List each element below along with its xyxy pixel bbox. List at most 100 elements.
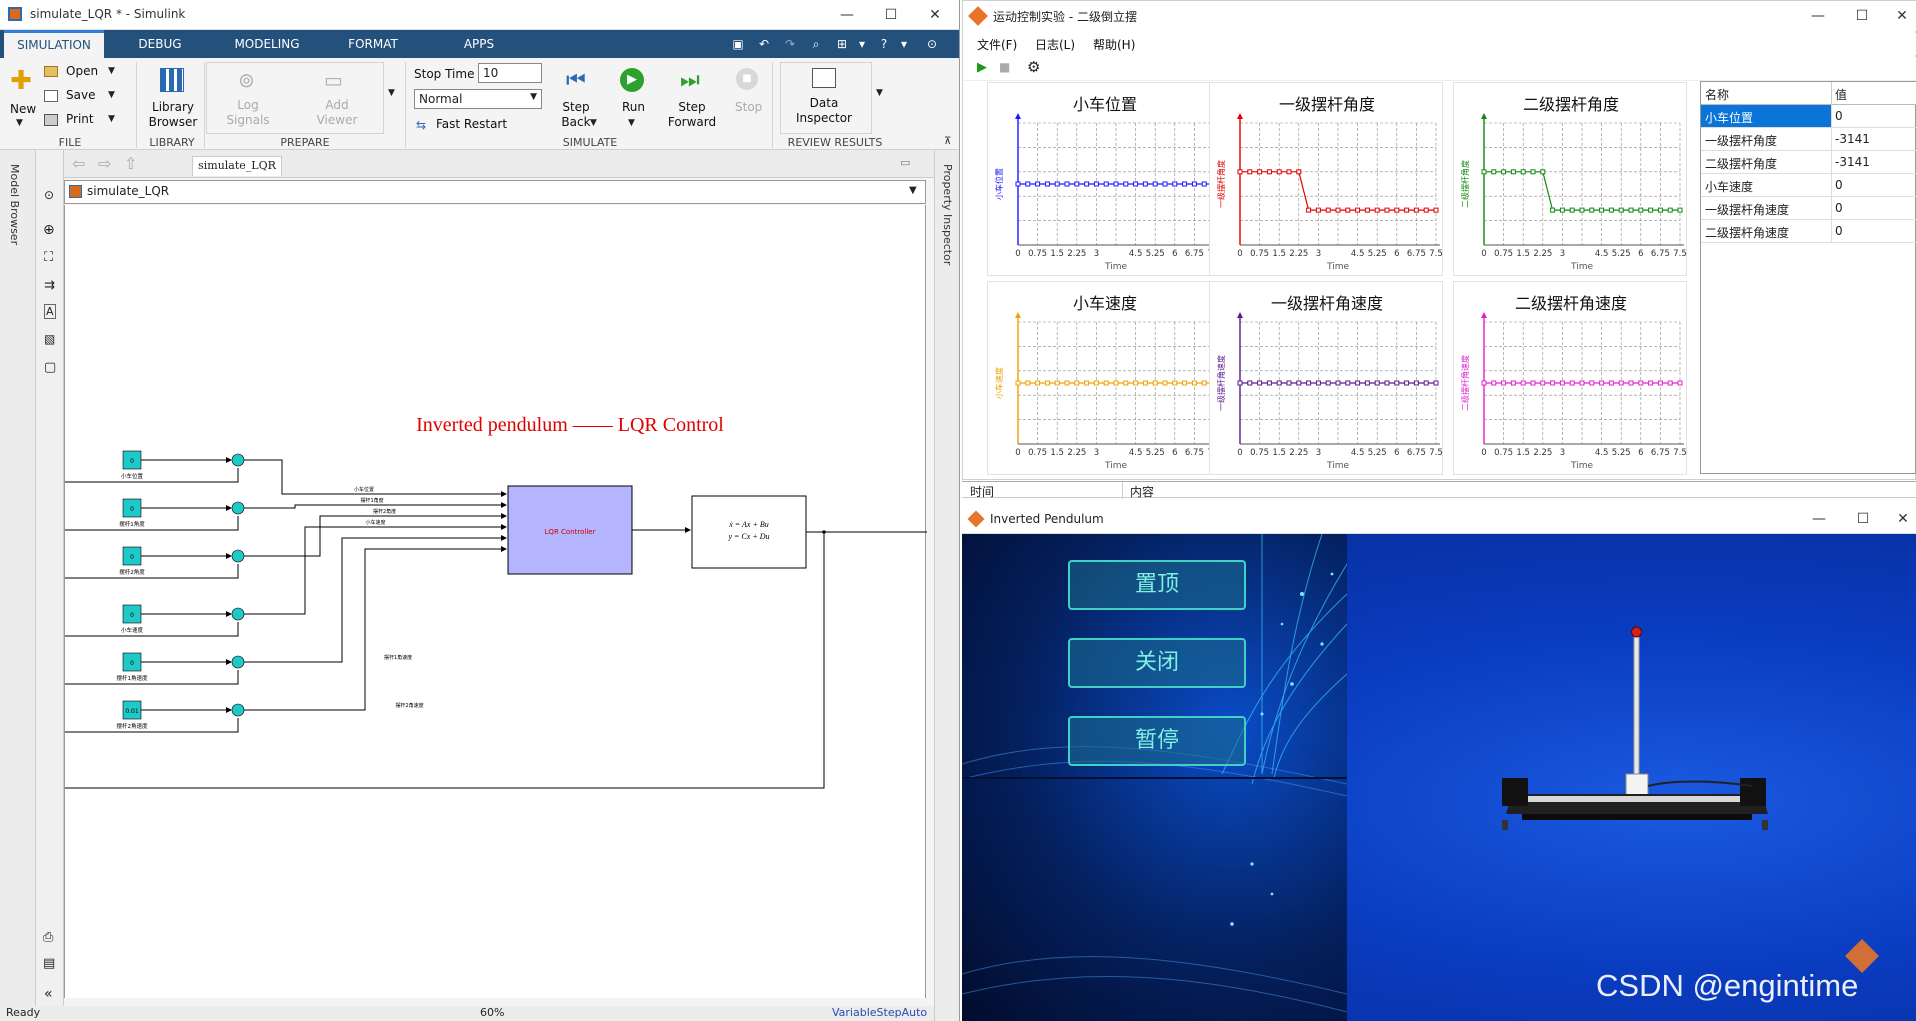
tab-debug[interactable]: DEBUG xyxy=(115,30,205,58)
menu-help[interactable]: 帮助(H) xyxy=(1093,36,1135,53)
help-icon[interactable]: ? xyxy=(874,35,894,53)
tab-format[interactable]: FORMAT xyxy=(328,30,418,58)
find-icon[interactable]: ⊞ xyxy=(832,35,852,53)
table-row[interactable]: 小车速度 0 xyxy=(1701,174,1916,197)
model-canvas[interactable]: Inverted pendulum —— LQR Control 0 小车位置 0 摆… xyxy=(64,205,927,998)
stop-icon[interactable]: ■ xyxy=(999,60,1010,74)
open-button[interactable]: Open xyxy=(66,64,98,78)
forward-icon[interactable]: ⇨ xyxy=(98,154,111,173)
chevron-down-icon[interactable]: ▼ xyxy=(590,118,597,128)
play-icon[interactable]: ▶ xyxy=(977,60,987,75)
data-point xyxy=(1384,380,1390,386)
library-browser-button[interactable]: Library Browser xyxy=(146,100,200,130)
gallery-expand-icon[interactable]: ▼ xyxy=(876,88,883,98)
settings-gear-icon[interactable]: ⚙ xyxy=(1027,58,1040,76)
close-scene-button[interactable]: 关闭 xyxy=(1068,638,1246,688)
log-col-content[interactable]: 内容 xyxy=(1130,483,1154,500)
back-icon[interactable]: ⇦ xyxy=(72,154,85,173)
hide-bar-icon[interactable]: ▭ xyxy=(900,156,910,169)
hide-browser-icon[interactable]: ⊙ xyxy=(44,188,54,202)
sum-block[interactable] xyxy=(231,607,245,621)
close-button[interactable]: ✕ xyxy=(920,4,950,26)
maximize-button[interactable]: ☐ xyxy=(1848,508,1878,530)
explorer-icon[interactable]: ▤ xyxy=(43,956,55,971)
log-signals-button[interactable]: Log Signals xyxy=(222,98,274,128)
maximize-button[interactable]: ☐ xyxy=(1847,5,1877,27)
options-icon[interactable]: ⊙ xyxy=(922,35,942,53)
collapse-ribbon-icon[interactable]: ⊼ xyxy=(944,136,951,147)
feedback-line xyxy=(65,468,239,483)
data-point xyxy=(1084,181,1090,187)
fast-restart-button[interactable]: Fast Restart xyxy=(436,117,507,131)
arrow-icon[interactable]: ⇉ xyxy=(44,278,55,293)
table-row[interactable]: 小车位置 0 xyxy=(1701,105,1916,128)
stop-button[interactable]: Stop xyxy=(735,100,762,114)
image-icon[interactable]: ▧ xyxy=(44,332,55,346)
tab-modeling[interactable]: MODELING xyxy=(222,30,312,58)
step-forward-button[interactable]: Step Forward xyxy=(666,100,718,130)
table-row[interactable]: 一级摆杆角度 -3141 xyxy=(1701,128,1916,151)
stop-time-input[interactable]: 10 xyxy=(478,63,542,83)
table-row[interactable]: 二级摆杆角度 -3141 xyxy=(1701,151,1916,174)
redo-icon[interactable]: ↷ xyxy=(780,35,800,53)
search-icon[interactable]: ⌕ xyxy=(806,35,826,53)
chevron-down-icon[interactable]: ▼ xyxy=(108,66,115,76)
y-axis-label: 二级摆杆角度 xyxy=(1460,160,1470,208)
chevron-down-icon[interactable]: ▼ xyxy=(909,185,917,196)
collapse-left-icon[interactable]: « xyxy=(44,986,53,1002)
data-inspector-button[interactable]: Data Inspector xyxy=(796,96,852,126)
new-icon[interactable]: ✚ xyxy=(8,68,34,94)
close-button[interactable]: ✕ xyxy=(1887,5,1916,27)
chevron-down-icon[interactable]: ▼ xyxy=(108,114,115,124)
solver-status[interactable]: VariableStepAuto xyxy=(832,1006,927,1019)
separator xyxy=(136,62,137,148)
up-icon[interactable]: ⇧ xyxy=(124,154,137,173)
log-col-time[interactable]: 时间 xyxy=(970,483,994,500)
sum-block[interactable] xyxy=(231,703,245,717)
add-viewer-button[interactable]: Add Viewer xyxy=(310,98,364,128)
menu-file[interactable]: 文件(F) xyxy=(977,36,1017,53)
fit-view-icon[interactable]: ⛶ xyxy=(44,250,53,265)
annotation-icon[interactable]: A xyxy=(44,304,56,319)
sum-block[interactable] xyxy=(231,655,245,669)
close-button[interactable]: ✕ xyxy=(1888,508,1916,530)
run-button[interactable]: Run xyxy=(622,100,645,114)
save-quick-icon[interactable]: ▣ xyxy=(728,35,748,53)
menu-log[interactable]: 日志(L) xyxy=(1035,36,1075,53)
pause-button[interactable]: 暂停 xyxy=(1068,716,1246,766)
new-button[interactable]: New xyxy=(10,102,36,116)
maximize-button[interactable]: ☐ xyxy=(876,4,906,26)
minimize-button[interactable]: — xyxy=(1804,508,1834,530)
signal-line xyxy=(244,535,507,663)
minimize-button[interactable]: — xyxy=(1803,5,1833,27)
model-tab[interactable]: simulate_LQR xyxy=(192,156,282,176)
gallery-expand-icon[interactable]: ▼ xyxy=(388,88,395,98)
breadcrumb-model[interactable]: simulate_LQR xyxy=(87,184,169,198)
save-button[interactable]: Save xyxy=(66,88,95,102)
sum-block[interactable] xyxy=(231,549,245,563)
chevron-down-icon[interactable]: ▾ xyxy=(894,35,914,53)
chevron-down-icon[interactable]: ▼ xyxy=(16,118,23,128)
palette: ⊙ ⊕ ⛶ ⇉ A ▧ ▢ ⎙ ▤ « xyxy=(36,150,64,1021)
zoom-icon[interactable]: ⊕ xyxy=(43,222,55,238)
undo-icon[interactable]: ↶ xyxy=(754,35,774,53)
simulation-mode-select[interactable]: Normal ▼ xyxy=(414,89,542,109)
chevron-down-icon[interactable]: ▼ xyxy=(628,118,635,128)
table-row[interactable]: 一级摆杆角速度 0 xyxy=(1701,197,1916,220)
pin-top-button[interactable]: 置顶 xyxy=(1068,560,1246,610)
table-row[interactable]: 二级摆杆角速度 0 xyxy=(1701,220,1916,243)
minimize-button[interactable]: — xyxy=(832,4,862,26)
tab-simulation[interactable]: SIMULATION xyxy=(4,30,104,58)
model-browser-tab[interactable]: Model Browser xyxy=(8,164,21,245)
chevron-down-icon[interactable]: ▾ xyxy=(852,35,872,53)
print-button[interactable]: Print xyxy=(66,112,94,126)
property-inspector-tab[interactable]: Property Inspector xyxy=(941,164,954,265)
sum-block[interactable] xyxy=(231,453,245,467)
model-browser-strip: Model Browser xyxy=(0,150,36,1021)
screenshot-icon[interactable]: ⎙ xyxy=(43,930,53,945)
chevron-down-icon[interactable]: ▼ xyxy=(108,90,115,100)
foot xyxy=(1502,820,1508,830)
sum-block[interactable] xyxy=(231,501,245,515)
tab-apps[interactable]: APPS xyxy=(434,30,524,58)
area-icon[interactable]: ▢ xyxy=(44,360,56,375)
